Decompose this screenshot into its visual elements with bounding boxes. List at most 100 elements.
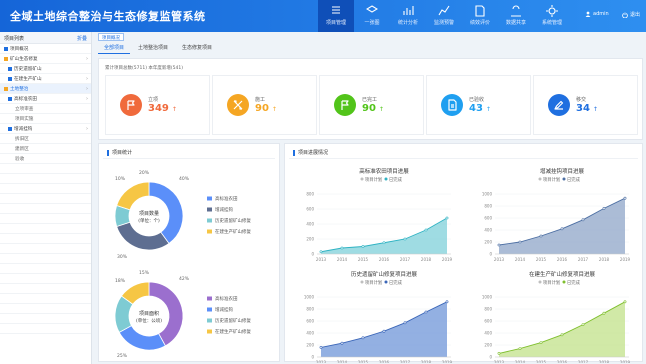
- sidebar-item[interactable]: 增减挂钩 ›: [0, 124, 91, 134]
- collapse-button[interactable]: 折叠: [77, 35, 87, 42]
- data-point: [319, 250, 323, 254]
- x-tick-label: 2016: [379, 257, 390, 262]
- tab-1[interactable]: 全部项目: [98, 42, 131, 54]
- legend-swatch: [538, 280, 542, 284]
- nav-label: 系统管理: [541, 20, 562, 26]
- sidebar-item-label: 矿山生态修复: [10, 56, 38, 62]
- sidebar-empty-row: [0, 194, 91, 204]
- stat-card[interactable]: 已验收 43 ↑: [426, 75, 531, 135]
- folder-icon: [8, 66, 12, 71]
- donut-center-unit: (单位：个): [138, 217, 160, 224]
- stat-icon-circle: [227, 94, 249, 116]
- sidebar-item[interactable]: 验收: [0, 154, 91, 164]
- stat-icon-circle: [120, 94, 142, 116]
- sidebar-empty-row: [0, 234, 91, 244]
- stat-card[interactable]: 立项 349 ↑: [105, 75, 210, 135]
- stat-card[interactable]: 已完工 90 ↑: [319, 75, 424, 135]
- nav-4[interactable]: 监测预警: [426, 0, 462, 32]
- stat-card[interactable]: 移交 34 ↑: [533, 75, 638, 135]
- data-point: [403, 321, 407, 325]
- x-tick-label: 2014: [515, 257, 526, 262]
- nav-7[interactable]: 系统管理: [534, 0, 570, 32]
- logout-button[interactable]: 退出: [622, 11, 640, 18]
- pie-slice: [116, 221, 170, 251]
- nav-6[interactable]: 数据共享: [498, 0, 534, 32]
- folder-icon: [4, 46, 8, 51]
- sidebar-item[interactable]: 立项审查: [0, 104, 91, 114]
- data-point: [581, 323, 585, 327]
- stat-card[interactable]: 施工 90 ↑: [212, 75, 317, 135]
- nav-2[interactable]: 一张图: [354, 0, 390, 32]
- data-point: [445, 216, 449, 220]
- data-point: [560, 227, 564, 231]
- sidebar-title: 项目列表: [4, 36, 25, 42]
- slice-label: 40%: [179, 176, 190, 182]
- user-menu[interactable]: admin: [585, 11, 609, 17]
- flag-icon: [341, 100, 349, 110]
- nav-icon: [475, 5, 485, 17]
- y-tick-label: 0: [311, 252, 314, 257]
- legend-item: 项目计划: [543, 279, 560, 286]
- pie-slice: [118, 325, 166, 351]
- sidebar-item-label: 在建生产矿山: [14, 76, 42, 82]
- chevron-right-icon: ›: [86, 95, 88, 102]
- sidebar-item[interactable]: 项目概况: [0, 44, 91, 54]
- y-tick-label: 0: [489, 252, 492, 257]
- chart-title: 增减挂钩项目进展: [540, 167, 585, 175]
- sidebar-item[interactable]: 项目实施: [0, 114, 91, 124]
- x-tick-label: 2019: [442, 257, 453, 262]
- legend-item: 项目计划: [543, 176, 560, 183]
- y-tick-label: 200: [306, 237, 314, 242]
- user-icon: [585, 11, 591, 17]
- x-tick-label: 2015: [536, 257, 547, 262]
- nav-1[interactable]: 项目管理: [318, 0, 354, 32]
- chevron-right-icon: ›: [86, 125, 88, 132]
- y-tick-label: 400: [306, 331, 314, 336]
- data-point: [424, 310, 428, 314]
- legend-swatch: [207, 318, 212, 323]
- sidebar-item[interactable]: 拆旧区: [0, 134, 91, 144]
- legend-item: 增减挂钩: [215, 306, 233, 313]
- slice-label: 42%: [179, 276, 190, 282]
- area-chart: 高标准农田项目进展项目计划 已完成 800 600 400 200 02013 2014 201…: [306, 167, 452, 262]
- area-chart: 在建生产矿山修复项目进展项目计划 已完成 1000 800 600 400 200 02013…: [482, 270, 631, 363]
- tab-3[interactable]: 生态修复项目: [176, 42, 218, 54]
- pie-charts: 40%30%10%20%项目数量(单位：个)高标准农田增减挂钩历史遗留矿山修复在…: [114, 170, 251, 359]
- legend-swatch: [207, 329, 212, 334]
- sidebar-empty-row: [0, 184, 91, 194]
- trend-up-icon: ↑: [592, 106, 598, 113]
- chart-title: 历史遗留矿山修复项目进展: [351, 270, 418, 278]
- nav-5[interactable]: 绩效评价: [462, 0, 498, 32]
- sidebar-item[interactable]: 土地整治 ›: [0, 84, 91, 94]
- nav-3[interactable]: 统计分析: [390, 0, 426, 32]
- legend-item: 已完成: [389, 176, 403, 183]
- legend-swatch: [562, 280, 566, 284]
- sidebar-item[interactable]: 历史遗留矿山: [0, 64, 91, 74]
- sidebar-item[interactable]: 高标准农田 ›: [0, 94, 91, 104]
- sidebar-item[interactable]: 建新区: [0, 144, 91, 154]
- legend-item: 项目计划: [365, 279, 382, 286]
- breadcrumb[interactable]: 项目概况: [98, 33, 124, 41]
- sidebar-item[interactable]: 在建生产矿山 ›: [0, 74, 91, 84]
- data-point: [539, 234, 543, 238]
- data-point: [445, 300, 449, 304]
- sidebar-item-label: 高标准农田: [14, 96, 37, 102]
- sidebar-item[interactable]: 矿山生态修复 ›: [0, 54, 91, 64]
- nav-icon: [366, 5, 378, 13]
- legend-swatch: [384, 177, 388, 181]
- data-point: [518, 240, 522, 244]
- tab-2[interactable]: 土地整治项目: [132, 42, 174, 54]
- legend-item: 在建生产矿山修复: [215, 228, 251, 235]
- y-tick-label: 600: [306, 207, 314, 212]
- area-charts: 高标准农田项目进展项目计划 已完成80060040020002013 2014 201…: [304, 167, 631, 363]
- x-tick-label: 2015: [536, 360, 547, 363]
- data-point: [602, 311, 606, 315]
- trend-up-icon: ↑: [378, 106, 384, 113]
- chart-title: 在建生产矿山修复项目进展: [529, 270, 596, 278]
- legend-swatch: [538, 177, 542, 181]
- data-point: [424, 228, 428, 232]
- sidebar-item-label: 历史遗留矿山: [14, 66, 42, 72]
- sidebar-item-label: 土地整治: [10, 86, 29, 92]
- pen-icon: [554, 100, 564, 110]
- sidebar-empty-row: [0, 284, 91, 294]
